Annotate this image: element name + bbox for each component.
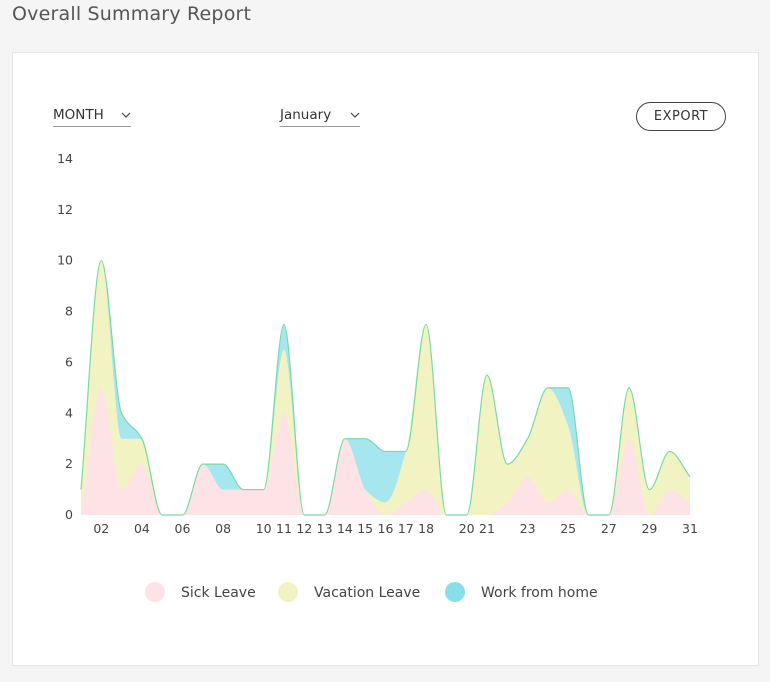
chart-legend: Sick Leave Vacation Leave Work from home (145, 582, 598, 602)
x-tick-label: 29 (641, 521, 657, 536)
x-tick-label: 20 (459, 521, 475, 536)
x-tick-label: 02 (93, 521, 109, 536)
x-tick-label: 10 (256, 521, 272, 536)
y-tick-label: 14 (57, 151, 73, 166)
x-tick-label: 11 (276, 521, 292, 536)
legend-swatch-sick-leave (145, 582, 165, 602)
x-tick-label: 06 (175, 521, 191, 536)
y-tick-label: 2 (65, 456, 73, 471)
y-tick-label: 12 (57, 202, 73, 217)
x-tick-label: 17 (398, 521, 414, 536)
x-tick-label: 16 (378, 521, 394, 536)
legend-swatch-vacation-leave (278, 582, 298, 602)
x-tick-label: 21 (479, 521, 495, 536)
y-tick-label: 0 (65, 507, 73, 522)
x-axis: 02 04 06 08 10 11 12 13 14 15 16 17 18 20 21 23 25 27 29 31 (93, 521, 698, 536)
legend-label-vacation-leave: Vacation Leave (314, 585, 420, 601)
x-tick-label: 31 (682, 521, 698, 536)
y-tick-label: 4 (65, 405, 73, 420)
x-tick-label: 18 (418, 521, 434, 536)
x-tick-label: 12 (296, 521, 312, 536)
legend-label-work-from-home: Work from home (481, 585, 598, 601)
chart-areas (80, 260, 691, 516)
x-tick-label: 13 (317, 521, 333, 536)
x-tick-label: 15 (357, 521, 373, 536)
legend-label-sick-leave: Sick Leave (181, 585, 256, 601)
x-tick-label: 23 (520, 521, 536, 536)
legend-swatch-work-from-home (445, 582, 465, 602)
y-tick-label: 10 (57, 253, 73, 268)
y-tick-label: 8 (65, 304, 73, 319)
x-tick-label: 04 (134, 521, 150, 536)
x-tick-label: 25 (560, 521, 576, 536)
report-card: MONTH January EXPORT 0 2 4 6 8 10 12 14 02 04 06 0… (12, 52, 759, 666)
stacked-area-chart: 02468101214 02 04 06 08 10 11 12 13 14 15 16 17 18 20… (57, 151, 698, 602)
x-tick-label: 14 (337, 521, 353, 536)
x-tick-label: 27 (601, 521, 617, 536)
y-axis: 0 2 4 6 8 10 12 14 (57, 151, 73, 522)
x-tick-label: 08 (215, 521, 231, 536)
area-work-from-home (81, 260, 690, 515)
y-tick-label: 6 (65, 354, 73, 369)
